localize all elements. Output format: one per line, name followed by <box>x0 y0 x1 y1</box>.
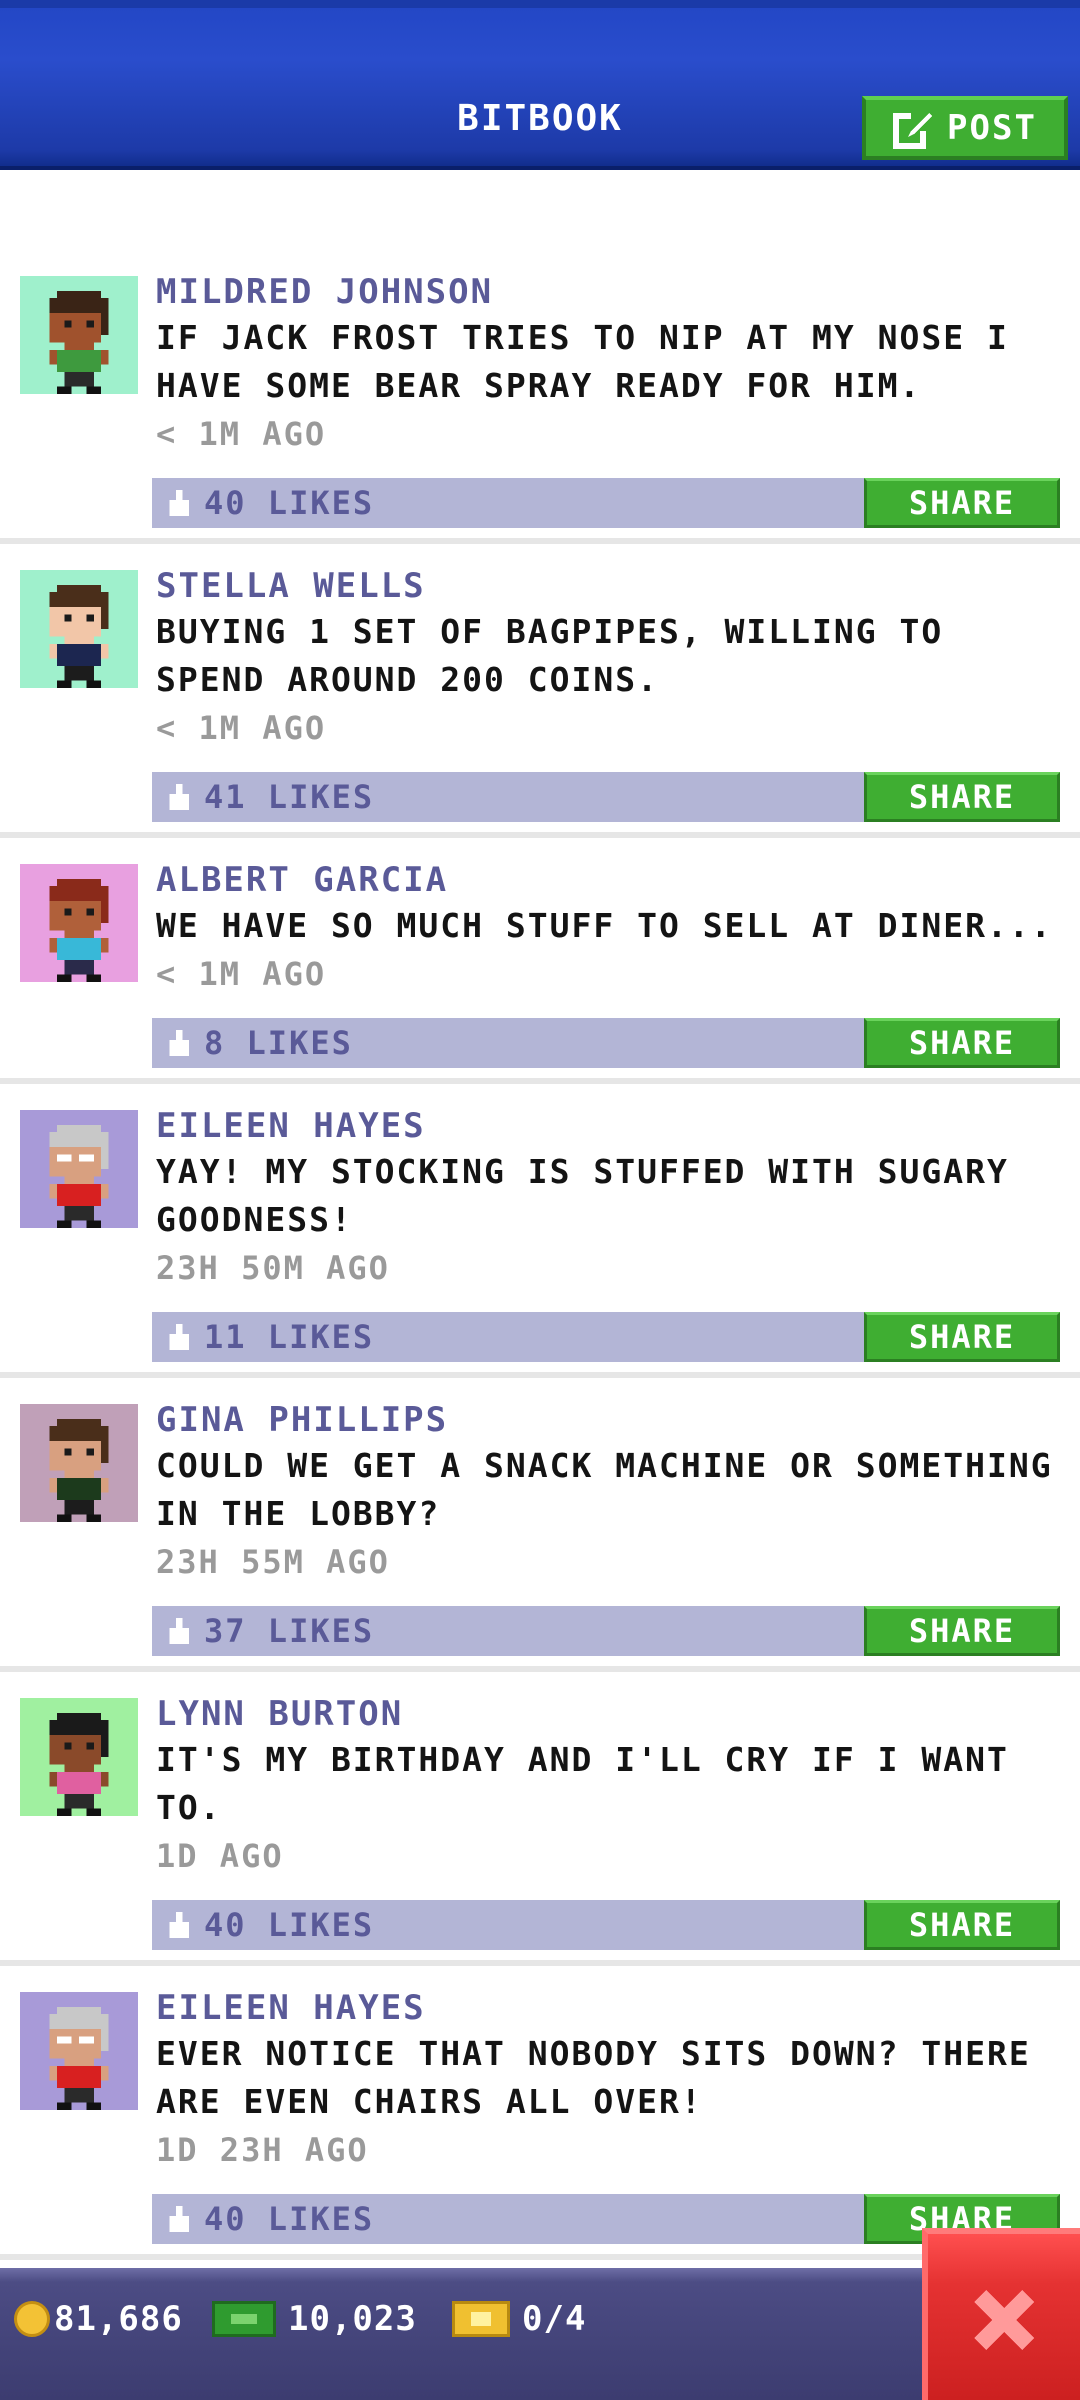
post-time: < 1M AGO <box>156 955 327 993</box>
avatar <box>20 864 138 982</box>
likes-bar: 37 LIKES SHARE <box>152 1606 1060 1656</box>
ticket-icon <box>452 2301 510 2337</box>
post-time: < 1M AGO <box>156 415 327 453</box>
likes-bar: 41 LIKES SHARE <box>152 772 1060 822</box>
post-content: ALBERT GARCIA WE HAVE SO MUCH STUFF TO S… <box>156 858 1066 998</box>
post-time: 23H 50M AGO <box>156 1249 390 1287</box>
share-button[interactable]: SHARE <box>864 772 1060 822</box>
post-author[interactable]: EILEEN HAYES <box>156 1104 1066 1148</box>
coins-value: 81,686 <box>54 2299 183 2339</box>
post-time: < 1M AGO <box>156 709 327 747</box>
avatar-image <box>20 276 138 394</box>
post-item: LYNN BURTON IT'S MY BIRTHDAY AND I'LL CR… <box>0 1672 1080 1966</box>
avatar <box>20 276 138 394</box>
avatar <box>20 1992 138 2110</box>
close-button[interactable] <box>922 2228 1080 2400</box>
likes-bar: 8 LIKES SHARE <box>152 1018 1060 1068</box>
avatar <box>20 1404 138 1522</box>
share-button[interactable]: SHARE <box>864 1312 1060 1362</box>
post-author[interactable]: LYNN BURTON <box>156 1692 1066 1736</box>
likes-count: 41 LIKES <box>204 778 375 816</box>
status-bar: 81,686 10,023 0/4 <box>0 2268 1080 2400</box>
post-message: YAY! MY STOCKING IS STUFFED WITH SUGARY … <box>156 1152 1031 1239</box>
thumb-icon <box>169 784 189 810</box>
likes-count: 40 LIKES <box>204 2200 375 2238</box>
post-message: IT'S MY BIRTHDAY AND I'LL CRY IF I WANT … <box>156 1740 1031 1827</box>
share-button[interactable]: SHARE <box>864 478 1060 528</box>
edit-icon <box>893 110 933 149</box>
post-button-label: POST <box>947 108 1037 148</box>
post-author[interactable]: MILDRED JOHNSON <box>156 270 1066 314</box>
share-button[interactable]: SHARE <box>864 1018 1060 1068</box>
post-time: 23H 55M AGO <box>156 1543 390 1581</box>
coins-stat: 81,686 <box>14 2294 183 2344</box>
thumb-icon <box>169 2206 189 2232</box>
post-author[interactable]: STELLA WELLS <box>156 564 1066 608</box>
post-message: COULD WE GET A SNACK MACHINE OR SOMETHIN… <box>156 1446 1075 1533</box>
post-message: WE HAVE SO MUCH STUFF TO SELL AT DINER..… <box>156 906 1053 945</box>
likes-bar: 40 LIKES SHARE <box>152 1900 1060 1950</box>
post-item: GINA PHILLIPS COULD WE GET A SNACK MACHI… <box>0 1378 1080 1672</box>
post-item: EILEEN HAYES YAY! MY STOCKING IS STUFFED… <box>0 1084 1080 1378</box>
share-button[interactable]: SHARE <box>864 1900 1060 1950</box>
avatar <box>20 1698 138 1816</box>
likes-count: 37 LIKES <box>204 1612 375 1650</box>
app-header: BITBOOK POST <box>0 0 1080 170</box>
avatar <box>20 570 138 688</box>
thumb-icon <box>169 1618 189 1644</box>
avatar-image <box>20 570 138 688</box>
avatar <box>20 1110 138 1228</box>
post-button[interactable]: POST <box>862 96 1068 160</box>
likes-count: 11 LIKES <box>204 1318 375 1356</box>
post-content: GINA PHILLIPS COULD WE GET A SNACK MACHI… <box>156 1398 1066 1586</box>
post-content: STELLA WELLS BUYING 1 SET OF BAGPIPES, W… <box>156 564 1066 752</box>
thumb-icon <box>169 1912 189 1938</box>
post-author[interactable]: EILEEN HAYES <box>156 1986 1066 2030</box>
close-icon <box>974 2290 1034 2350</box>
avatar-image <box>20 864 138 982</box>
likes-count: 40 LIKES <box>204 1906 375 1944</box>
post-content: MILDRED JOHNSON IF JACK FROST TRIES TO N… <box>156 270 1066 458</box>
tickets-value: 0/4 <box>522 2299 587 2339</box>
post-item: STELLA WELLS BUYING 1 SET OF BAGPIPES, W… <box>0 544 1080 838</box>
coin-icon <box>14 2301 50 2337</box>
avatar-image <box>20 1698 138 1816</box>
likes-count: 8 LIKES <box>204 1024 353 1062</box>
bux-stat: 10,023 <box>212 2294 417 2344</box>
likes-bar: 40 LIKES SHARE <box>152 478 1060 528</box>
post-author[interactable]: ALBERT GARCIA <box>156 858 1066 902</box>
likes-count: 40 LIKES <box>204 484 375 522</box>
post-time: 1D AGO <box>156 1837 284 1875</box>
post-item: ALBERT GARCIA WE HAVE SO MUCH STUFF TO S… <box>0 838 1080 1084</box>
avatar-image <box>20 1110 138 1228</box>
post-message: BUYING 1 SET OF BAGPIPES, WILLING TO SPE… <box>156 612 966 699</box>
avatar-image <box>20 1404 138 1522</box>
share-button[interactable]: SHARE <box>864 1606 1060 1656</box>
post-author[interactable]: GINA PHILLIPS <box>156 1398 1066 1442</box>
post-content: EILEEN HAYES YAY! MY STOCKING IS STUFFED… <box>156 1104 1066 1292</box>
post-feed: MILDRED JOHNSON IF JACK FROST TRIES TO N… <box>0 250 1080 2260</box>
thumb-icon <box>169 490 189 516</box>
likes-bar: 11 LIKES SHARE <box>152 1312 1060 1362</box>
thumb-icon <box>169 1324 189 1350</box>
post-item: MILDRED JOHNSON IF JACK FROST TRIES TO N… <box>0 250 1080 544</box>
post-item: EILEEN HAYES EVER NOTICE THAT NOBODY SIT… <box>0 1966 1080 2260</box>
post-content: EILEEN HAYES EVER NOTICE THAT NOBODY SIT… <box>156 1986 1066 2174</box>
post-content: LYNN BURTON IT'S MY BIRTHDAY AND I'LL CR… <box>156 1692 1066 1880</box>
post-message: IF JACK FROST TRIES TO NIP AT MY NOSE I … <box>156 318 1031 405</box>
tickets-stat: 0/4 <box>452 2294 586 2344</box>
avatar-image <box>20 1992 138 2110</box>
bux-value: 10,023 <box>288 2299 417 2339</box>
thumb-icon <box>169 1030 189 1056</box>
post-time: 1D 23H AGO <box>156 2131 369 2169</box>
post-message: EVER NOTICE THAT NOBODY SITS DOWN? THERE… <box>156 2034 1053 2121</box>
bux-icon <box>212 2301 276 2337</box>
